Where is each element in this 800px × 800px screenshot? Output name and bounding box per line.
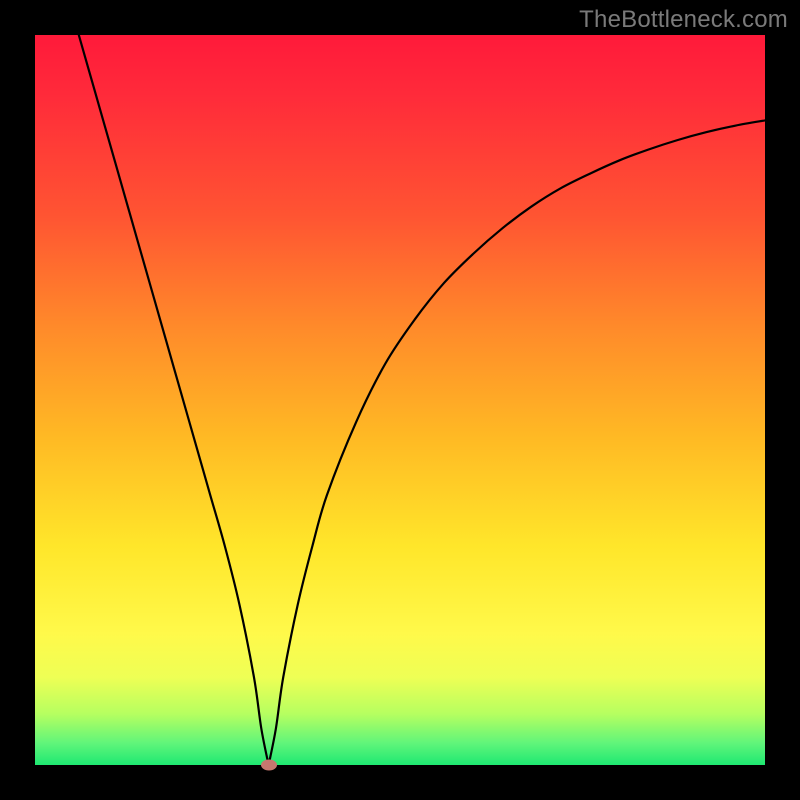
plot-area	[35, 35, 765, 765]
minimum-marker	[261, 760, 277, 771]
watermark-text: TheBottleneck.com	[579, 6, 788, 34]
chart-frame: TheBottleneck.com	[0, 0, 800, 800]
bottleneck-curve	[35, 35, 765, 765]
